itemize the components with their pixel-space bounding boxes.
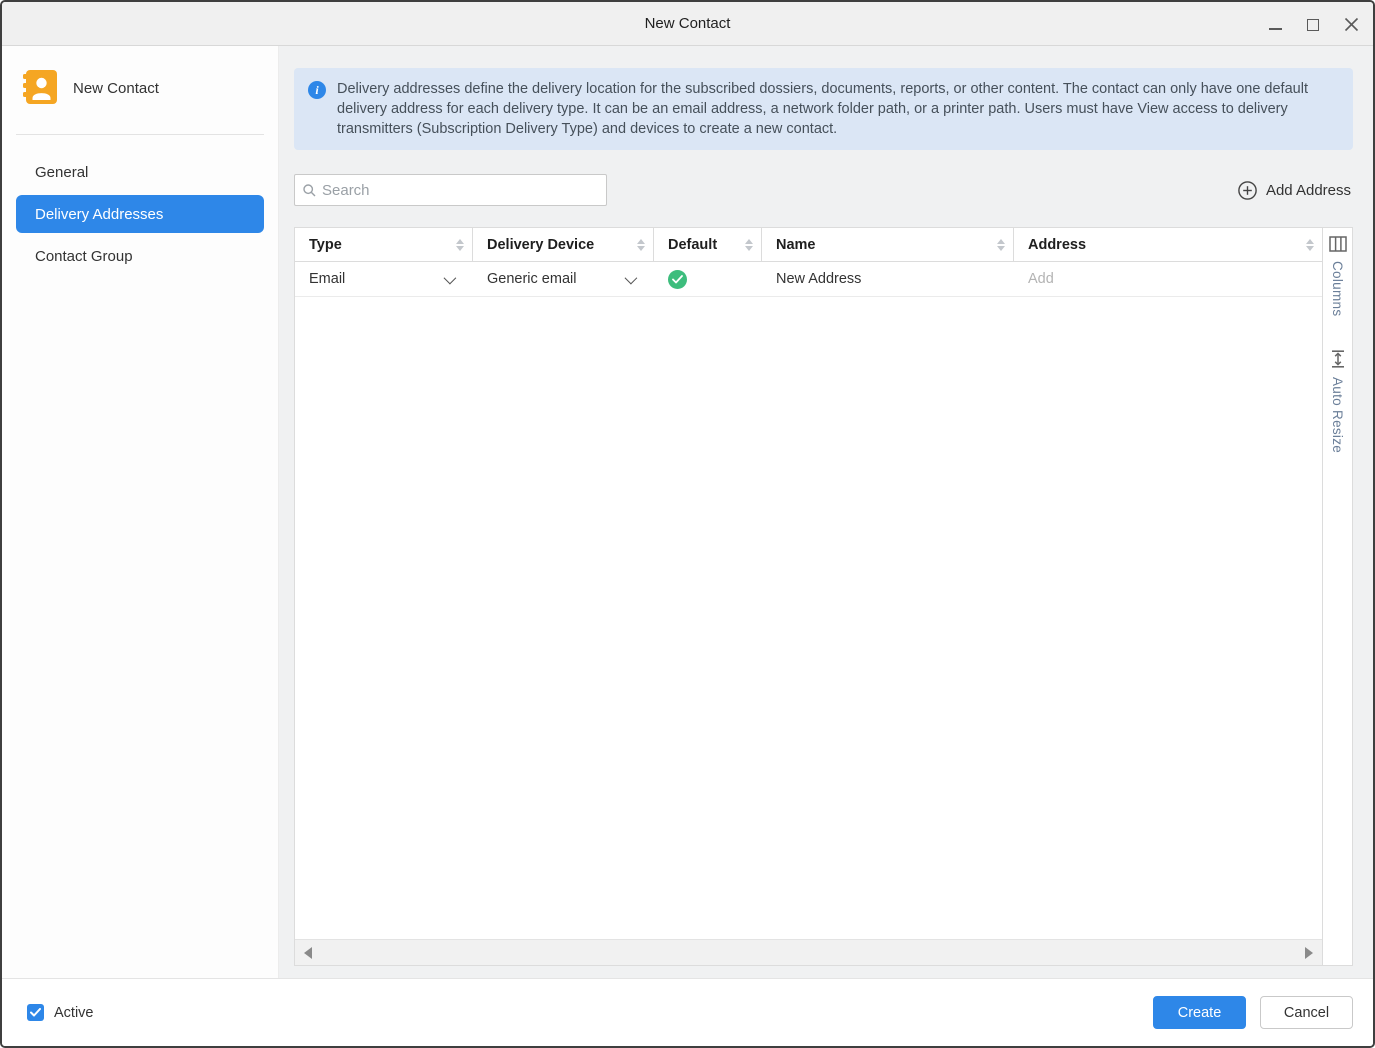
search-icon	[303, 184, 316, 197]
type-dropdown[interactable]: Email	[295, 262, 473, 296]
minimize-button[interactable]	[1267, 16, 1283, 32]
search-box[interactable]	[294, 174, 607, 206]
sort-arrows-icon[interactable]	[997, 239, 1005, 251]
column-header-delivery-device[interactable]: Delivery Device	[473, 228, 654, 261]
maximize-button[interactable]	[1305, 16, 1321, 32]
columns-button[interactable]: Columns	[1329, 236, 1347, 316]
auto-resize-label: Auto Resize	[1330, 377, 1345, 453]
column-header-type[interactable]: Type	[295, 228, 473, 261]
info-banner-text: Delivery addresses define the delivery l…	[337, 79, 1337, 139]
cancel-button[interactable]: Cancel	[1260, 996, 1353, 1029]
dialog-footer: Active Create Cancel	[2, 978, 1373, 1046]
chevron-down-icon	[444, 271, 457, 284]
column-label: Type	[309, 237, 342, 253]
scroll-left-icon[interactable]	[304, 947, 312, 959]
search-input[interactable]	[322, 182, 598, 199]
create-button[interactable]: Create	[1153, 996, 1246, 1029]
columns-label: Columns	[1330, 261, 1345, 316]
sidebar-divider	[16, 134, 264, 135]
sidebar-item-general[interactable]: General	[16, 153, 264, 191]
auto-resize-button[interactable]: Auto Resize	[1330, 350, 1345, 453]
default-toggle-cell[interactable]	[654, 262, 762, 296]
column-label: Default	[668, 237, 717, 253]
active-checkbox-wrap[interactable]: Active	[27, 1004, 94, 1021]
main-panel: i Delivery addresses define the delivery…	[279, 46, 1373, 978]
window-controls	[1267, 2, 1359, 45]
sidebar-header: New Contact	[2, 70, 278, 106]
add-address-label: Add Address	[1266, 182, 1351, 199]
column-header-address[interactable]: Address	[1014, 228, 1322, 261]
info-icon: i	[308, 81, 326, 99]
delivery-address-table: Type Delivery Device Default Name	[294, 227, 1322, 966]
active-label: Active	[54, 1005, 94, 1021]
checkmark-icon	[30, 1008, 41, 1017]
sort-arrows-icon[interactable]	[637, 239, 645, 251]
plus-circle-icon	[1238, 181, 1257, 200]
column-label: Delivery Device	[487, 237, 594, 253]
table-row: Email Generic email	[295, 262, 1322, 297]
title-bar: New Contact	[2, 2, 1373, 46]
sidebar-nav: General Delivery Addresses Contact Group	[2, 151, 278, 277]
column-label: Address	[1028, 237, 1086, 253]
address-placeholder: Add	[1028, 271, 1054, 287]
sidebar-item-delivery-addresses[interactable]: Delivery Addresses	[16, 195, 264, 233]
default-check-icon[interactable]	[668, 270, 687, 289]
chevron-down-icon	[625, 271, 638, 284]
columns-icon	[1329, 236, 1347, 252]
new-contact-dialog: New Contact	[0, 0, 1375, 1048]
sort-arrows-icon[interactable]	[456, 239, 464, 251]
sidebar: New Contact General Delivery Addresses C…	[2, 46, 279, 978]
type-value: Email	[309, 271, 345, 287]
name-value: New Address	[776, 271, 861, 287]
auto-resize-icon	[1331, 350, 1345, 368]
name-field[interactable]: New Address	[762, 262, 1014, 296]
sidebar-title: New Contact	[73, 80, 159, 97]
info-banner: i Delivery addresses define the delivery…	[294, 68, 1353, 150]
delivery-device-value: Generic email	[487, 271, 576, 287]
column-label: Name	[776, 237, 816, 253]
scroll-right-icon[interactable]	[1305, 947, 1313, 959]
active-checkbox[interactable]	[27, 1004, 44, 1021]
table-header: Type Delivery Device Default Name	[295, 228, 1322, 262]
close-button[interactable]	[1343, 16, 1359, 32]
table-side-rail: Columns Auto Resize	[1322, 227, 1353, 966]
delivery-device-dropdown[interactable]: Generic email	[473, 262, 654, 296]
window-title: New Contact	[645, 15, 731, 32]
close-icon	[1344, 17, 1359, 32]
horizontal-scrollbar[interactable]	[295, 939, 1322, 965]
sort-arrows-icon[interactable]	[745, 239, 753, 251]
table-zone: Type Delivery Device Default Name	[294, 227, 1353, 966]
column-header-name[interactable]: Name	[762, 228, 1014, 261]
contact-book-icon	[20, 70, 56, 106]
table-toolbar: Add Address	[294, 174, 1353, 206]
column-header-default[interactable]: Default	[654, 228, 762, 261]
sidebar-item-contact-group[interactable]: Contact Group	[16, 237, 264, 275]
address-field[interactable]: Add	[1014, 262, 1322, 296]
sort-arrows-icon[interactable]	[1306, 239, 1314, 251]
table-empty-area	[295, 297, 1322, 939]
add-address-button[interactable]: Add Address	[1238, 181, 1351, 200]
